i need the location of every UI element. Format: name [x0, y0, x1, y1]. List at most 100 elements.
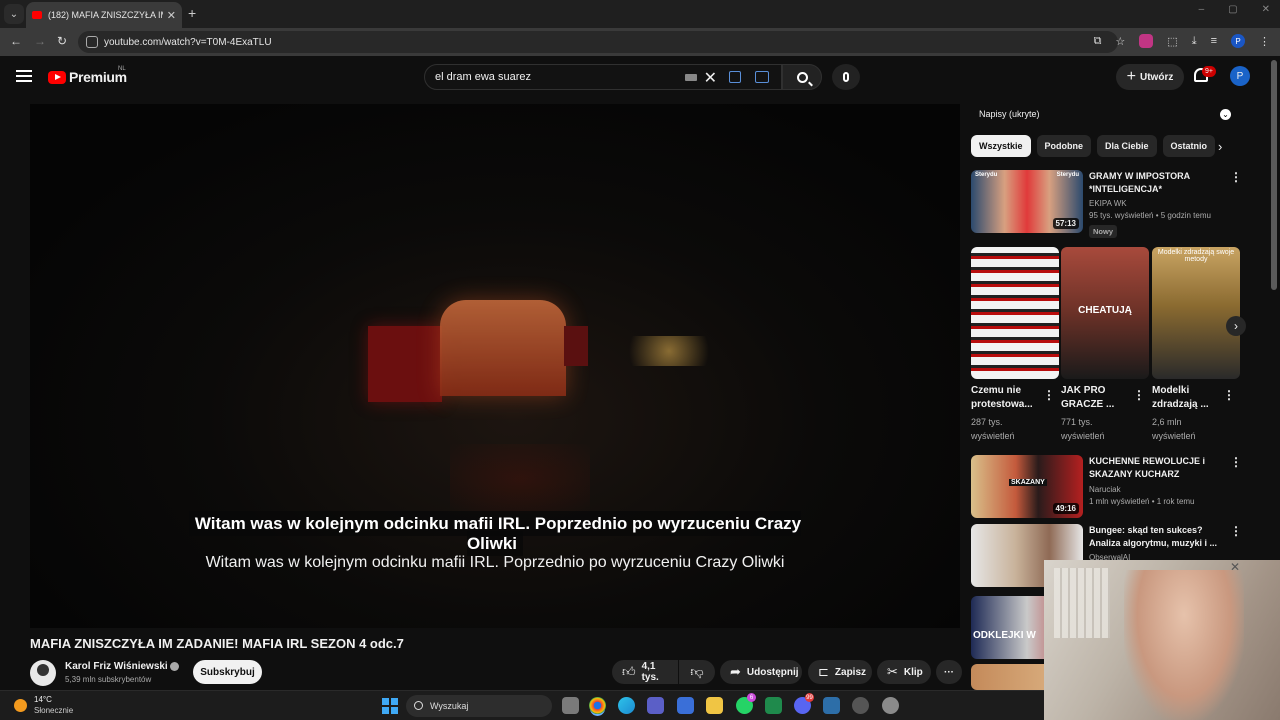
rec-title[interactable]: GRAMY W IMPOSTORA *INTELIGENCJA* — [1089, 170, 1190, 196]
dislike-button[interactable]: 👎︎ — [679, 660, 715, 684]
subscribe-button[interactable]: Subskrybuj — [193, 660, 262, 684]
short-meta: 287 tys. wyświetleń — [971, 415, 1041, 443]
channel-avatar[interactable] — [30, 660, 56, 686]
taskbar-search[interactable]: Wyszukaj — [406, 695, 552, 717]
short-title[interactable]: Modelki zdradzają ... — [1152, 384, 1222, 412]
tab-search-button[interactable]: ⌄ — [4, 4, 24, 24]
chrome-icon[interactable] — [589, 697, 606, 714]
address-bar[interactable]: youtube.com/watch?v=T0M-4ExaTLU — [78, 31, 1118, 53]
short-title[interactable]: Czemu nie protestowa... — [971, 384, 1041, 412]
store-icon[interactable] — [677, 697, 694, 714]
thumb-label: Sterydu — [1056, 172, 1079, 178]
rec-thumbnail[interactable]: SKAZANY 49:16 — [971, 455, 1083, 518]
chrome-menu-icon[interactable]: ⋮ — [1259, 35, 1270, 48]
save-button[interactable]: ⊏ Zapisz — [808, 660, 872, 684]
short-views: 771 tys. — [1061, 417, 1093, 427]
rec-title-line: Analiza algorytmu, muzyki i ... — [1089, 538, 1218, 548]
youtube-premium-logo[interactable]: Premium NL — [48, 66, 127, 85]
file-explorer-icon[interactable] — [706, 697, 723, 714]
maximize-button[interactable]: ▢ — [1228, 4, 1237, 15]
windows-taskbar: 14°C Słonecznie Wyszukaj 6 99 — [0, 690, 1044, 720]
short-title-line: protestowa... — [971, 399, 1033, 410]
captions-panel-header[interactable]: Napisy (ukryte) ⌄ — [971, 103, 1239, 125]
screen-extension-icon[interactable] — [755, 71, 769, 83]
chevron-right-icon[interactable]: › — [1218, 139, 1222, 154]
short-title-line: Czemu nie — [971, 385, 1022, 396]
create-button[interactable]: + Utwórz — [1116, 64, 1184, 90]
teams-icon[interactable] — [647, 697, 664, 714]
chip-for-you[interactable]: Dla Ciebie — [1097, 135, 1157, 157]
rec-thumbnail[interactable]: Sterydu Sterydu 57:13 — [971, 170, 1083, 233]
shorts-next-arrow-icon[interactable]: › — [1226, 316, 1246, 336]
short-views: 287 tys. — [971, 417, 1003, 427]
profile-avatar-icon[interactable]: P — [1231, 34, 1245, 48]
download-icon[interactable]: ⤓ — [1192, 35, 1197, 48]
edge-icon[interactable] — [618, 697, 635, 714]
page-scrollbar[interactable] — [1271, 60, 1277, 290]
close-icon[interactable]: ✕ — [1230, 560, 1240, 574]
sun-weather-icon[interactable] — [14, 699, 27, 712]
translate-extension-icon[interactable] — [729, 71, 741, 83]
voice-search-button[interactable] — [832, 64, 860, 90]
more-vert-icon[interactable]: ⋮ — [1230, 524, 1242, 538]
browser-toolbar-actions: ⧉ ☆ ⬚ ⤓ ≡ P ⋮ — [1094, 34, 1270, 48]
clear-search-icon[interactable]: ✕ — [704, 68, 717, 88]
back-arrow-icon[interactable]: ← — [10, 34, 22, 48]
install-app-icon[interactable]: ⧉ — [1094, 35, 1102, 48]
search-input[interactable]: el dram ewa suarez ✕ — [424, 64, 782, 90]
short-thumbnail[interactable]: Modelki zdradzają swoje metody — [1152, 247, 1240, 379]
more-actions-button[interactable]: ··· — [936, 660, 962, 684]
like-button[interactable]: 👍︎ 4,1 tys. — [612, 660, 678, 684]
chip-recent[interactable]: Ostatnio — [1162, 135, 1216, 157]
chip-all[interactable]: Wszystkie — [971, 135, 1031, 157]
video-player[interactable]: Witam was w kolejnym odcinku mafii IRL. … — [30, 104, 960, 628]
reload-icon[interactable]: ↻ — [57, 34, 67, 48]
rec-title[interactable]: Bungee: skąd ten sukces? Analiza algoryt… — [1089, 524, 1217, 550]
rec-title-line: Bungee: skąd ten sukces? — [1089, 525, 1203, 535]
close-window-button[interactable]: ✕ — [1262, 4, 1270, 15]
task-view-icon[interactable] — [562, 697, 579, 714]
short-title-line: Modelki — [1152, 385, 1190, 396]
short-meta: 2,6 mln wyświetleń — [1152, 415, 1222, 443]
rec-channel: Naruciak — [1089, 485, 1121, 494]
rec-meta: Naruciak 1 mln wyświetleń • 1 rok temu — [1089, 484, 1195, 508]
chip-similar[interactable]: Podobne — [1036, 135, 1092, 157]
microphone-icon — [843, 72, 849, 82]
minimize-button[interactable]: – — [1199, 4, 1205, 15]
windows-start-icon[interactable] — [382, 698, 398, 714]
settings-gear-icon[interactable] — [882, 697, 899, 714]
video-duration: 57:13 — [1052, 218, 1079, 229]
save-label: Zapisz — [834, 666, 867, 678]
short-title[interactable]: JAK PRO GRACZE ... — [1061, 384, 1131, 412]
hamburger-menu-icon[interactable] — [16, 70, 32, 82]
tab-close-icon[interactable]: ✕ — [167, 9, 176, 22]
browser-tab-active[interactable]: (182) MAFIA ZNISZCZYŁA IM ZADANIE ✕ — [26, 2, 182, 28]
more-vert-icon[interactable]: ⋮ — [1223, 388, 1235, 402]
clip-button[interactable]: ✂ Klip — [877, 660, 931, 684]
more-vert-icon[interactable]: ⋮ — [1230, 455, 1242, 469]
keyboard-icon[interactable] — [685, 74, 697, 81]
search-button[interactable] — [782, 64, 822, 90]
new-tab-button[interactable]: + — [188, 5, 196, 21]
app-icon[interactable] — [823, 697, 840, 714]
extensions-puzzle-icon[interactable]: ⬚ — [1167, 35, 1177, 48]
more-vert-icon[interactable]: ⋮ — [1133, 388, 1145, 402]
short-title-line: GRACZE ... — [1061, 399, 1115, 410]
chevron-down-icon[interactable]: ⌄ — [1220, 108, 1231, 120]
search-icon — [796, 71, 808, 83]
rec-title[interactable]: KUCHENNE REWOLUCJE i SKAZANY KUCHARZ — [1089, 455, 1205, 481]
account-avatar[interactable]: P — [1230, 66, 1250, 86]
bookmark-star-icon[interactable]: ☆ — [1115, 35, 1125, 48]
channel-name[interactable]: Karol Friz Wiśniewski — [65, 661, 168, 672]
share-button[interactable]: ➦ Udostępnij — [720, 660, 802, 684]
extension-icon[interactable] — [1139, 34, 1154, 48]
app-icon[interactable] — [852, 697, 869, 714]
reading-list-icon[interactable]: ≡ — [1211, 35, 1217, 47]
more-vert-icon[interactable]: ⋮ — [1043, 388, 1055, 402]
short-thumbnail[interactable] — [971, 247, 1059, 379]
more-vert-icon[interactable]: ⋮ — [1230, 170, 1242, 184]
site-info-icon[interactable] — [86, 36, 98, 48]
short-thumbnail[interactable]: CHEATUJĄ — [1061, 247, 1149, 379]
app-icon[interactable] — [765, 697, 782, 714]
forward-arrow-icon[interactable]: → — [34, 34, 46, 48]
